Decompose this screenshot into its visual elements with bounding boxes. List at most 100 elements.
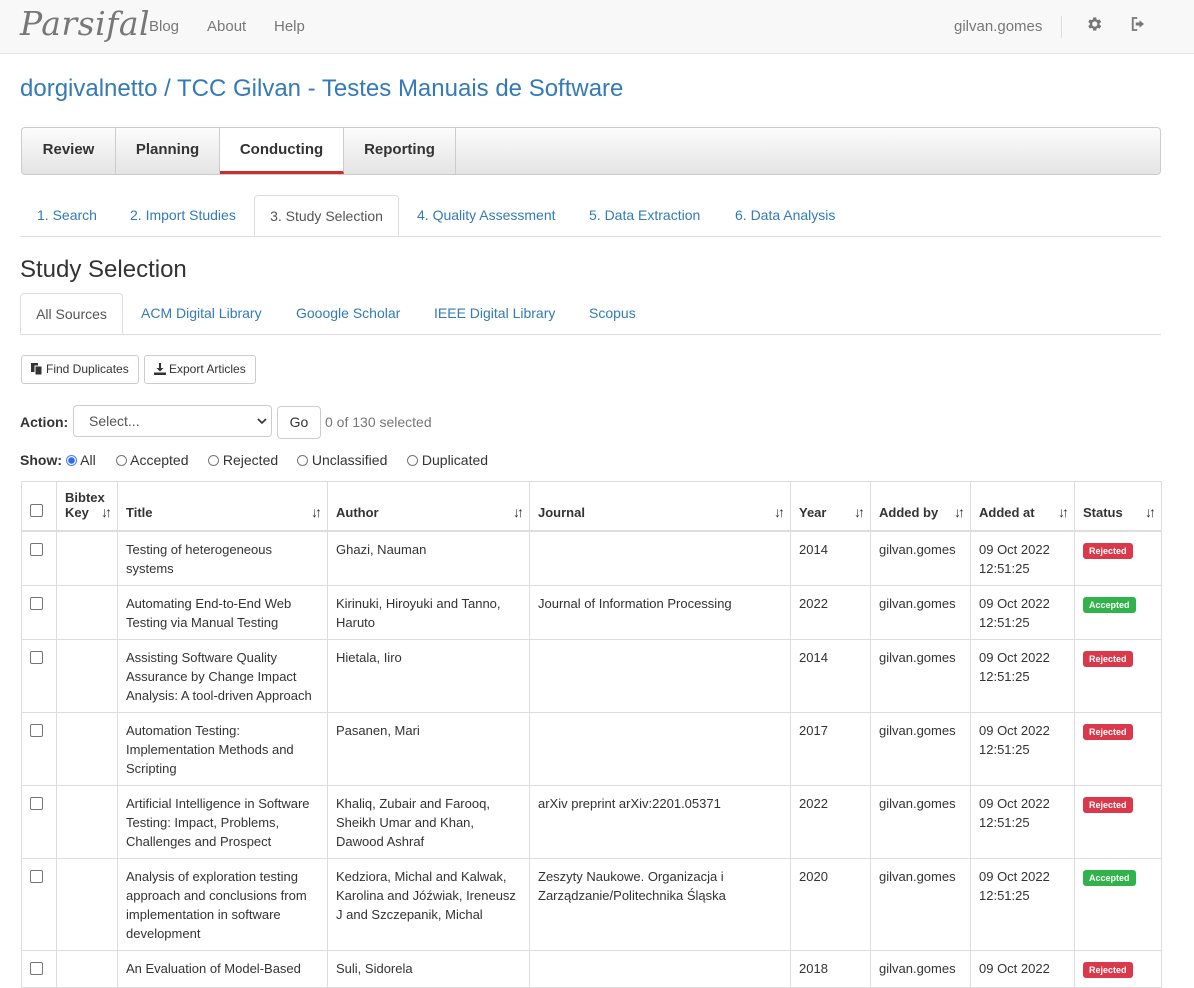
show-option-duplicated[interactable]: Duplicated — [407, 452, 488, 468]
sort-icon[interactable]: ↓↑ — [854, 504, 865, 520]
subtab-study-selection[interactable]: 3. Study Selection — [254, 195, 399, 236]
table-row[interactable]: Artificial Intelligence in Software Test… — [21, 785, 1162, 859]
nav-link-blog[interactable]: Blog — [149, 18, 179, 35]
col-added-by[interactable]: Added by ↓↑ — [870, 481, 971, 532]
row-checkbox[interactable] — [30, 962, 43, 975]
sort-icon[interactable]: ↓↑ — [1058, 504, 1069, 520]
download-icon — [154, 363, 166, 375]
sort-icon[interactable]: ↓↑ — [954, 504, 965, 520]
logout-icon[interactable] — [1129, 15, 1149, 35]
col-year[interactable]: Year ↓↑ — [790, 481, 871, 532]
row-select-cell — [21, 858, 57, 951]
col-label: Title — [126, 505, 153, 520]
row-checkbox[interactable] — [30, 724, 43, 737]
export-articles-button[interactable]: Export Articles — [144, 355, 256, 384]
status-badge[interactable]: Rejected — [1083, 543, 1133, 559]
title-cell[interactable]: Testing of heterogeneous systems — [117, 530, 328, 586]
radio-unclassified[interactable] — [297, 455, 308, 466]
radio-all[interactable] — [66, 455, 77, 466]
row-checkbox[interactable] — [30, 543, 43, 556]
subtab-quality-assessment[interactable]: 4. Quality Assessment — [417, 195, 556, 236]
sort-icon[interactable]: ↓↑ — [774, 504, 785, 520]
tab-conducting[interactable]: Conducting — [220, 128, 344, 174]
radio-duplicated[interactable] — [407, 455, 418, 466]
source-tab-all[interactable]: All Sources — [20, 293, 123, 334]
sort-icon[interactable]: ↓↑ — [1145, 504, 1156, 520]
go-button[interactable]: Go — [277, 406, 321, 439]
col-author[interactable]: Author ↓↑ — [327, 481, 530, 532]
show-option-unclassified[interactable]: Unclassified — [297, 452, 387, 468]
tab-reporting[interactable]: Reporting — [344, 128, 456, 174]
action-select[interactable]: Select... — [73, 405, 272, 437]
added-by-cell: gilvan.gomes — [870, 639, 971, 713]
nav-link-about[interactable]: About — [207, 18, 246, 35]
table-row[interactable]: An Evaluation of Model-Based Suli, Sidore… — [21, 950, 1162, 988]
show-option-accepted[interactable]: Accepted — [116, 452, 189, 468]
table-row[interactable]: Analysis of exploration testing approach… — [21, 858, 1162, 951]
table-row[interactable]: Testing of heterogeneous systems Ghazi, N… — [21, 530, 1162, 586]
status-badge[interactable]: Accepted — [1083, 597, 1136, 613]
status-badge[interactable]: Rejected — [1083, 651, 1133, 667]
source-tab-acm[interactable]: ACM Digital Library — [141, 293, 262, 334]
row-checkbox[interactable] — [30, 651, 43, 664]
title-cell[interactable]: Artificial Intelligence in Software Test… — [117, 785, 328, 859]
col-journal[interactable]: Journal ↓↑ — [529, 481, 791, 532]
select-all-checkbox[interactable] — [30, 504, 43, 517]
table-row[interactable]: Assisting Software Quality Assurance by … — [21, 639, 1162, 713]
added-at-cell: 09 Oct 2022 12:51:25 — [970, 585, 1075, 640]
col-added-at[interactable]: Added at ↓↑ — [970, 481, 1075, 532]
col-bibtex-key[interactable]: Bibtex Key ↓↑ — [56, 481, 118, 532]
gear-icon[interactable] — [1085, 15, 1105, 35]
year-cell: 2022 — [790, 785, 871, 859]
action-select-value: Select... — [89, 413, 140, 429]
table-row[interactable]: Automation Testing: Implementation Metho… — [21, 712, 1162, 786]
title-cell[interactable]: Automation Testing: Implementation Metho… — [117, 712, 328, 786]
top-navbar: Parsifal Blog About Help gilvan.gomes — [0, 0, 1194, 54]
added-at-cell: 09 Oct 2022 — [970, 950, 1075, 988]
bibtex-key-cell — [56, 530, 118, 586]
subtab-data-analysis[interactable]: 6. Data Analysis — [735, 195, 835, 236]
brand-logo[interactable]: Parsifal — [20, 4, 150, 43]
subtab-search[interactable]: 1. Search — [37, 195, 97, 236]
sort-icon[interactable]: ↓↑ — [101, 504, 112, 520]
row-checkbox[interactable] — [30, 797, 43, 810]
row-checkbox[interactable] — [30, 597, 43, 610]
nav-link-help[interactable]: Help — [274, 18, 305, 35]
find-duplicates-button[interactable]: Find Duplicates — [21, 355, 139, 384]
show-option-label: Accepted — [130, 452, 189, 468]
tab-planning[interactable]: Planning — [116, 128, 220, 174]
source-tab-google-scholar[interactable]: Gooogle Scholar — [296, 293, 400, 334]
project-link[interactable]: dorgivalnetto / TCC Gilvan - Testes Manu… — [20, 75, 623, 102]
status-badge[interactable]: Rejected — [1083, 724, 1133, 740]
tab-review[interactable]: Review — [22, 128, 116, 174]
subtab-import-studies[interactable]: 2. Import Studies — [130, 195, 236, 236]
sort-icon[interactable]: ↓↑ — [513, 504, 524, 520]
source-tab-scopus[interactable]: Scopus — [589, 293, 636, 334]
title-cell[interactable]: An Evaluation of Model-Based — [117, 950, 328, 988]
row-checkbox[interactable] — [30, 870, 43, 883]
show-option-label: All — [80, 452, 96, 468]
radio-rejected[interactable] — [208, 455, 219, 466]
journal-cell — [529, 530, 791, 586]
page-title[interactable]: dorgivalnetto / TCC Gilvan - Testes Manu… — [20, 75, 623, 103]
col-status[interactable]: Status ↓↑ — [1074, 481, 1162, 532]
user-menu[interactable]: gilvan.gomes — [954, 18, 1042, 35]
col-label: Bibtex Key — [65, 490, 105, 520]
status-badge[interactable]: Rejected — [1083, 797, 1133, 813]
title-cell[interactable]: Assisting Software Quality Assurance by … — [117, 639, 328, 713]
source-tab-ieee[interactable]: IEEE Digital Library — [434, 293, 555, 334]
table-row[interactable]: Automating End-to-End Web Testing via Ma… — [21, 585, 1162, 640]
subtab-data-extraction[interactable]: 5. Data Extraction — [589, 195, 700, 236]
show-option-rejected[interactable]: Rejected — [208, 452, 278, 468]
status-badge[interactable]: Accepted — [1083, 870, 1136, 886]
show-option-all[interactable]: All — [66, 452, 96, 468]
status-badge[interactable]: Rejected — [1083, 962, 1133, 978]
title-cell[interactable]: Automating End-to-End Web Testing via Ma… — [117, 585, 328, 640]
author-cell: Kirinuki, Hiroyuki and Tanno, Haruto — [327, 585, 530, 640]
col-title[interactable]: Title ↓↑ — [117, 481, 328, 532]
added-by-cell: gilvan.gomes — [870, 712, 971, 786]
radio-accepted[interactable] — [116, 455, 127, 466]
sort-icon[interactable]: ↓↑ — [311, 504, 322, 520]
added-at-cell: 09 Oct 2022 12:51:25 — [970, 785, 1075, 859]
title-cell[interactable]: Analysis of exploration testing approach… — [117, 858, 328, 951]
